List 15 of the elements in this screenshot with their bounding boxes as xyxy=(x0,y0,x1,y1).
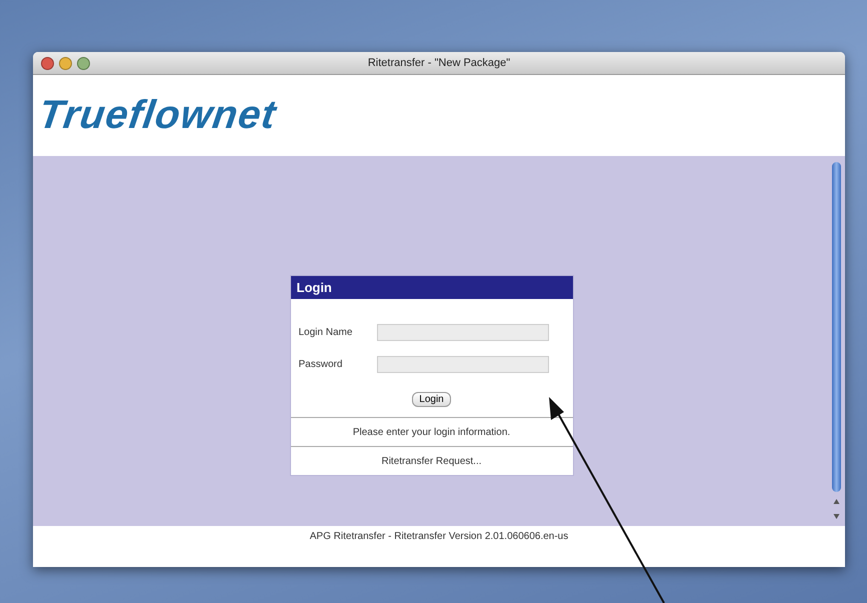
scrollbar-thumb[interactable] xyxy=(832,162,841,492)
login-title: Login xyxy=(290,276,572,299)
minimize-icon[interactable] xyxy=(59,56,72,70)
close-icon[interactable] xyxy=(41,56,54,70)
request-link[interactable]: Ritetransfer Request... xyxy=(381,456,482,467)
login-message: Please enter your login information. xyxy=(352,427,510,438)
login-button[interactable]: Login xyxy=(412,392,451,407)
input-field[interactable] xyxy=(376,324,548,341)
footer-version-text: APG Ritetransfer - Ritetransfer Version 2.01.060606.en-us xyxy=(310,531,568,544)
input-field[interactable] xyxy=(376,356,548,373)
field-label: Login Name xyxy=(298,327,354,338)
field-label: Password xyxy=(298,359,344,370)
zoom-icon[interactable] xyxy=(77,56,90,70)
logo: Trueflownet xyxy=(36,93,280,138)
window-title: Ritetransfer - "New Package" xyxy=(368,57,510,69)
